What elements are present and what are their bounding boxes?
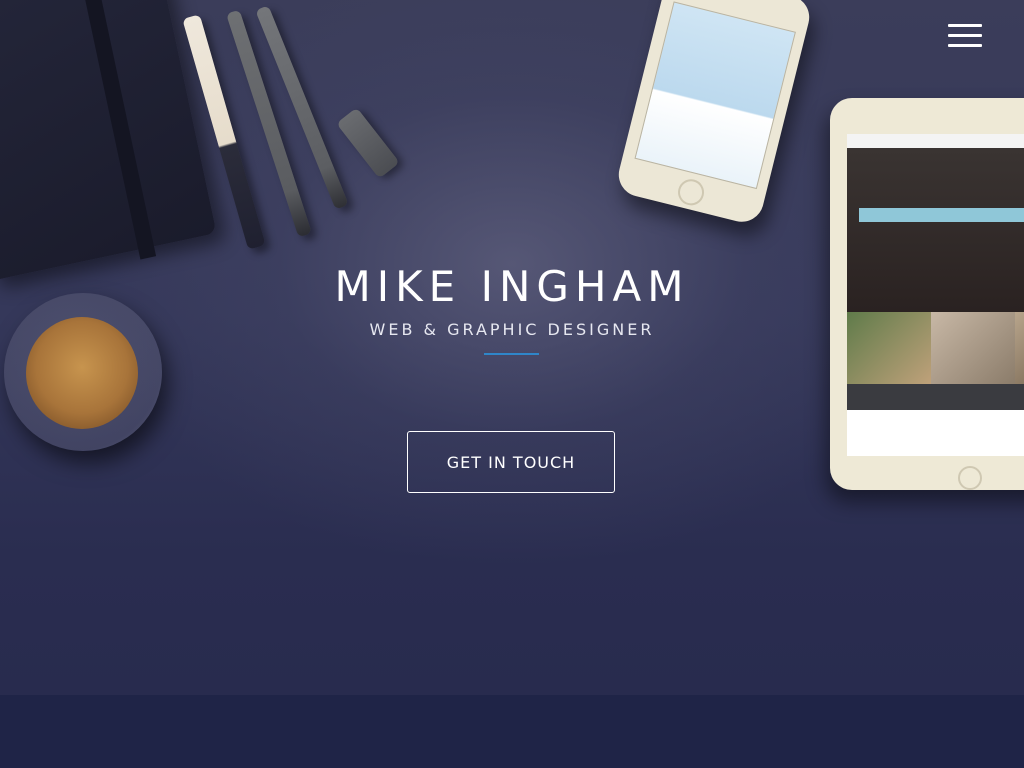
page: MIKE INGHAM WEB & GRAPHIC DESIGNER GET I… — [0, 0, 1024, 768]
notebook-image — [0, 0, 217, 281]
footer-band — [0, 695, 1024, 768]
menu-line — [948, 24, 982, 27]
coffee-cup-image — [4, 293, 162, 451]
title-divider — [484, 353, 539, 355]
hamburger-menu-icon[interactable] — [946, 22, 984, 50]
pen-cap-image — [336, 107, 400, 179]
hero-section: MIKE INGHAM WEB & GRAPHIC DESIGNER GET I… — [0, 0, 1024, 695]
smartphone-screen — [634, 1, 796, 190]
page-subtitle: WEB & GRAPHIC DESIGNER — [369, 320, 655, 339]
smartphone-image — [614, 0, 814, 227]
tablet-screen-newsletter-bar — [847, 384, 1024, 410]
tablet-home-button — [958, 466, 982, 490]
tablet-screen-nav — [847, 134, 1024, 148]
notebook-band — [78, 0, 157, 260]
menu-line — [948, 34, 982, 37]
smartphone-home-button — [675, 176, 707, 209]
get-in-touch-button[interactable]: GET IN TOUCH — [407, 431, 615, 493]
tablet-screen-search-bar — [859, 208, 1024, 222]
page-title: MIKE INGHAM — [334, 262, 690, 311]
menu-line — [948, 44, 982, 47]
